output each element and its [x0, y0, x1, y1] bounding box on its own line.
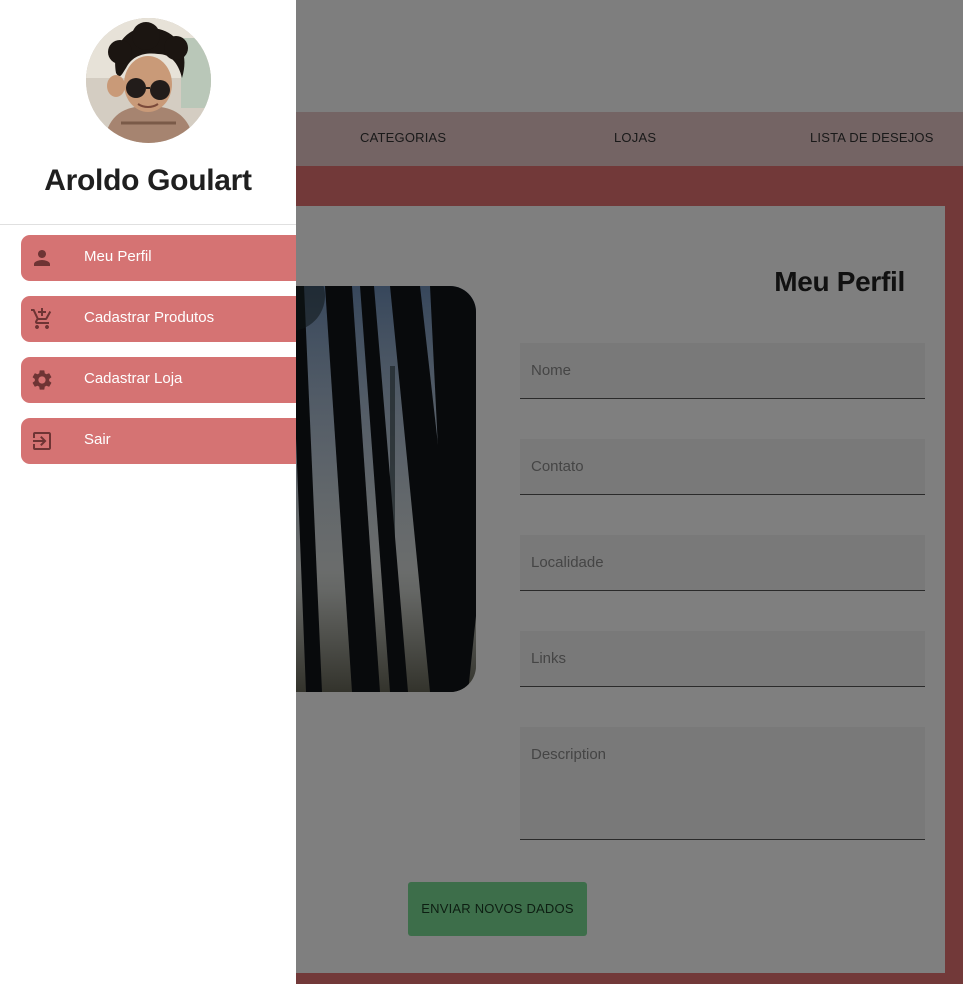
menu-item-cadastrar-loja[interactable]: Cadastrar Loja — [21, 357, 296, 403]
menu-item-sair[interactable]: Sair — [21, 418, 296, 464]
menu-item-label: Cadastrar Loja — [84, 370, 183, 387]
side-drawer: Aroldo Goulart Meu Perfil Cadastrar Prod… — [0, 0, 296, 984]
menu-item-label: Sair — [84, 431, 111, 448]
menu-item-cadastrar-produtos[interactable]: Cadastrar Produtos — [21, 296, 296, 342]
menu-item-label: Cadastrar Produtos — [84, 309, 215, 326]
user-name: Aroldo Goulart — [44, 164, 252, 197]
menu-item-label: Meu Perfil — [84, 248, 152, 265]
divider — [0, 224, 296, 225]
gear-icon — [30, 368, 54, 392]
avatar — [86, 18, 211, 143]
person-icon — [30, 246, 54, 270]
logout-icon — [30, 429, 54, 453]
add-shopping-cart-icon — [30, 307, 54, 331]
menu-item-meu-perfil[interactable]: Meu Perfil — [21, 235, 296, 281]
